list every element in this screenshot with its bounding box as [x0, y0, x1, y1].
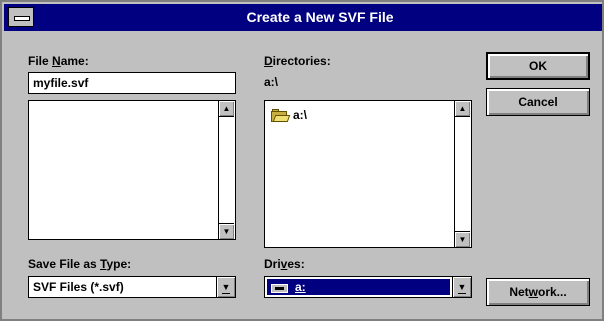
current-directory-path: a:\	[264, 75, 279, 89]
scroll-down-icon[interactable]: ▼	[455, 231, 470, 247]
file-name-label: File Name:	[28, 54, 89, 68]
save-type-value: SVF Files (*.svf)	[33, 280, 124, 294]
save-type-dropdown[interactable]: SVF Files (*.svf) ▼	[28, 276, 236, 298]
network-label-pre: Net	[509, 285, 529, 299]
chevron-down-icon[interactable]: ▼	[216, 277, 235, 297]
directory-list-scrollbar[interactable]: ▲ ▼	[454, 101, 471, 247]
network-label-key: w	[528, 285, 538, 299]
drives-label: Drives:	[264, 257, 305, 271]
save-type-label-pre: Save File as	[28, 257, 101, 271]
create-svf-dialog: Create a New SVF File File Name: myfile.…	[0, 0, 604, 321]
floppy-drive-icon	[271, 284, 288, 293]
system-menu-icon	[14, 16, 30, 21]
network-label-post: ork...	[538, 285, 567, 299]
drives-dropdown[interactable]: a: ▼	[264, 276, 472, 298]
directories-label-post: irectories:	[272, 54, 331, 68]
title-bar: Create a New SVF File	[4, 4, 602, 31]
file-list[interactable]: ▲ ▼	[28, 100, 236, 240]
file-name-label-post: ame:	[60, 54, 89, 68]
system-menu-button[interactable]	[8, 7, 34, 27]
file-name-label-key: N	[52, 54, 61, 68]
file-name-label-pre: File	[28, 54, 53, 68]
drives-selected: a:	[267, 279, 450, 295]
directories-label-key: D	[264, 54, 273, 68]
drives-label-pre: Dri	[264, 257, 281, 271]
open-folder-icon	[271, 109, 291, 122]
scroll-up-icon[interactable]: ▲	[455, 101, 470, 117]
ok-button[interactable]: OK	[486, 52, 590, 80]
window-title: Create a New SVF File	[246, 9, 394, 25]
drives-value: a:	[295, 280, 306, 294]
scroll-down-icon[interactable]: ▼	[219, 223, 234, 239]
file-name-value: myfile.svf	[33, 76, 89, 90]
network-button[interactable]: Network...	[486, 278, 590, 306]
directory-list[interactable]: a:\ ▲ ▼	[264, 100, 472, 248]
chevron-down-icon[interactable]: ▼	[452, 277, 471, 297]
directories-label: Directories:	[264, 54, 331, 68]
file-list-scrollbar[interactable]: ▲ ▼	[218, 101, 235, 239]
save-type-label-post: ype:	[106, 257, 132, 271]
scroll-up-icon[interactable]: ▲	[219, 101, 234, 117]
directory-item-label: a:\	[293, 108, 308, 122]
file-name-field[interactable]: myfile.svf	[28, 72, 236, 94]
cancel-button[interactable]: Cancel	[486, 88, 590, 116]
directory-item[interactable]: a:\	[271, 107, 441, 125]
save-type-label: Save File as Type:	[28, 257, 131, 271]
drives-label-post: es:	[287, 257, 305, 271]
